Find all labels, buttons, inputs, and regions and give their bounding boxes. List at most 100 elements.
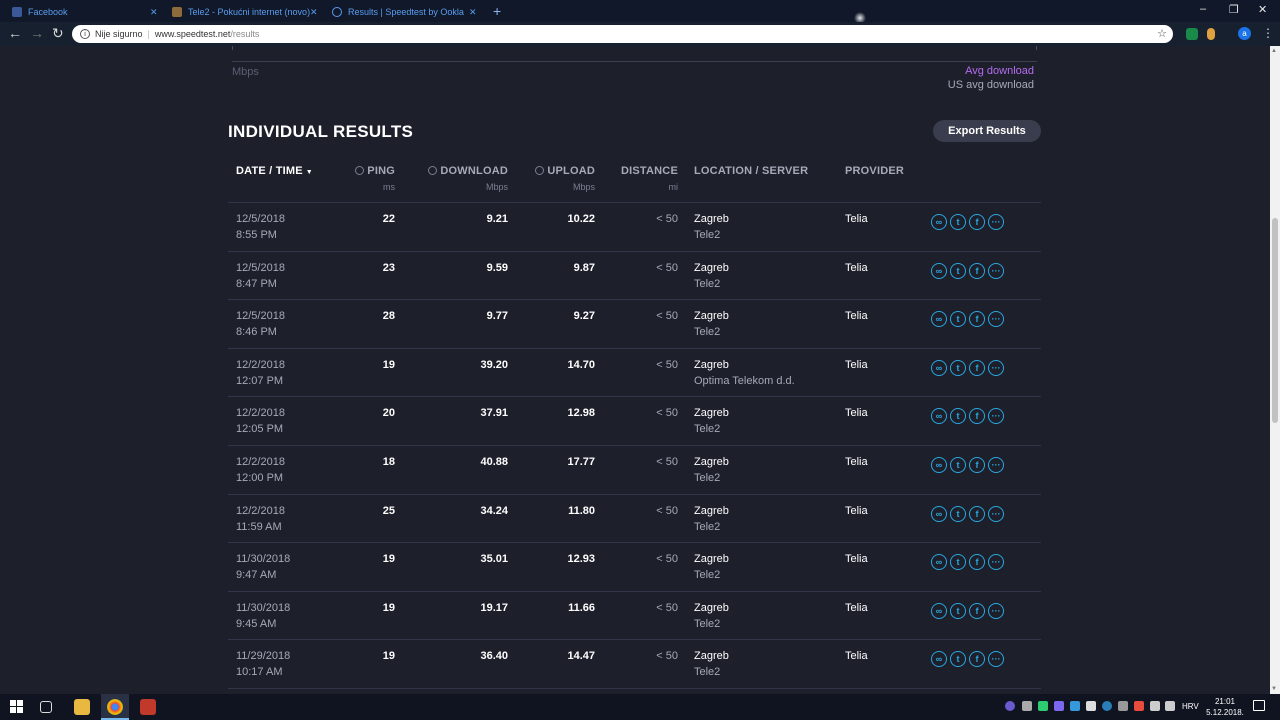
facebook-icon[interactable]: f [969, 554, 985, 571]
viber-tray-icon[interactable] [1005, 701, 1015, 711]
facebook-icon[interactable]: f [969, 408, 985, 425]
table-row[interactable]: 12/5/2018 8:47 PM 23 9.59 9.87 < 50 Zagre… [228, 252, 1041, 301]
tray-device-icon[interactable] [1086, 701, 1096, 711]
table-row[interactable]: 12/5/2018 8:55 PM 22 9.21 10.22 < 50 Zagr… [228, 203, 1041, 252]
minimize-button[interactable]: – [1200, 3, 1206, 15]
more-icon[interactable]: ··· [988, 359, 1004, 376]
link-icon[interactable]: ∞ [931, 214, 947, 230]
tray-app-icon[interactable] [1102, 701, 1112, 711]
header-date-time[interactable]: DATE / TIME ▼ [236, 165, 313, 177]
facebook-icon[interactable]: f [969, 602, 985, 619]
table-row[interactable]: 11/29/2018 10:17 AM 19 36.40 14.47 < 50 Z… [228, 640, 1041, 689]
page-scrollbar[interactable]: ▲ ▼ [1270, 46, 1280, 694]
header-location-server[interactable]: LOCATION / SERVER [694, 165, 808, 177]
bookmark-star-icon[interactable]: ☆ [1157, 27, 1167, 40]
forward-arrow-icon[interactable]: → [30, 25, 44, 41]
back-arrow-icon[interactable]: ← [8, 25, 22, 41]
facebook-icon[interactable]: f [969, 651, 985, 668]
more-icon[interactable]: ··· [988, 505, 1004, 522]
tab-close-icon[interactable]: ✕ [469, 2, 477, 22]
browser-menu-icon[interactable]: ⋮ [1262, 26, 1274, 40]
more-icon[interactable]: ··· [988, 408, 1004, 425]
link-icon[interactable]: ∞ [931, 311, 947, 328]
task-view-icon[interactable] [40, 701, 52, 713]
file-explorer-icon[interactable] [74, 699, 90, 715]
link-icon[interactable]: ∞ [931, 602, 947, 619]
popcorn-app-icon[interactable] [140, 699, 156, 715]
extension-shield-icon[interactable] [1186, 28, 1198, 40]
profile-avatar[interactable]: a [1238, 27, 1251, 40]
restore-button[interactable]: ❐ [1229, 3, 1239, 16]
chrome-icon[interactable] [107, 699, 123, 715]
export-results-button[interactable]: Export Results [933, 120, 1041, 142]
header-ping[interactable]: PING [355, 165, 395, 177]
tray-app-icon[interactable] [1054, 701, 1064, 711]
more-icon[interactable]: ··· [988, 262, 1004, 279]
table-row[interactable]: 11/30/2018 9:45 AM 19 19.17 11.66 < 50 Za… [228, 592, 1041, 641]
facebook-icon[interactable]: f [969, 505, 985, 522]
scroll-down-arrow-icon[interactable]: ▼ [1271, 686, 1277, 692]
link-icon[interactable]: ∞ [931, 456, 947, 473]
tray-shield-icon[interactable] [1038, 701, 1048, 711]
more-icon[interactable]: ··· [988, 456, 1004, 473]
tab-close-icon[interactable]: ✕ [150, 2, 158, 22]
table-row[interactable]: 12/2/2018 12:07 PM 19 39.20 14.70 < 50 Za… [228, 349, 1041, 398]
windows-start-icon[interactable] [10, 700, 23, 713]
language-indicator[interactable]: HRV [1182, 702, 1199, 711]
tray-app-icon[interactable] [1070, 701, 1080, 711]
close-window-button[interactable]: ✕ [1258, 3, 1267, 16]
facebook-icon[interactable]: f [969, 311, 985, 328]
twitter-icon[interactable]: t [950, 651, 966, 668]
scrollbar-thumb[interactable] [1272, 218, 1278, 423]
table-row[interactable]: 12/2/2018 12:00 PM 18 40.88 17.77 < 50 Za… [228, 446, 1041, 495]
link-icon[interactable]: ∞ [931, 408, 947, 425]
reload-icon[interactable]: ↻ [52, 25, 64, 42]
more-icon[interactable]: ··· [988, 214, 1004, 230]
twitter-icon[interactable]: t [950, 262, 966, 279]
twitter-icon[interactable]: t [950, 554, 966, 571]
link-icon[interactable]: ∞ [931, 554, 947, 571]
tab-speedtest-results[interactable]: Results | Speedtest by Ookla [332, 2, 464, 22]
volume-icon[interactable] [1165, 701, 1175, 711]
facebook-icon[interactable]: f [969, 214, 985, 230]
twitter-icon[interactable]: t [950, 408, 966, 425]
table-row[interactable]: 12/5/2018 8:46 PM 28 9.77 9.27 < 50 Zagre… [228, 300, 1041, 349]
scroll-up-arrow-icon[interactable]: ▲ [1271, 48, 1277, 54]
table-row[interactable]: 12/2/2018 12:05 PM 20 37.91 12.98 < 50 Za… [228, 397, 1041, 446]
tray-app-icon[interactable] [1134, 701, 1144, 711]
new-tab-button[interactable]: + [493, 3, 501, 19]
facebook-icon[interactable]: f [969, 262, 985, 279]
facebook-icon[interactable]: f [969, 456, 985, 473]
link-icon[interactable]: ∞ [931, 505, 947, 522]
link-icon[interactable]: ∞ [931, 359, 947, 376]
action-center-icon[interactable] [1253, 700, 1265, 711]
twitter-icon[interactable]: t [950, 311, 966, 328]
info-icon[interactable]: i [80, 29, 90, 39]
tray-app-icon[interactable] [1118, 701, 1128, 711]
more-icon[interactable]: ··· [988, 311, 1004, 328]
header-upload[interactable]: UPLOAD [535, 165, 595, 177]
header-provider[interactable]: PROVIDER [845, 165, 904, 177]
link-icon[interactable]: ∞ [931, 651, 947, 668]
more-icon[interactable]: ··· [988, 602, 1004, 619]
table-row[interactable]: 12/2/2018 11:59 AM 25 34.24 11.80 < 50 Za… [228, 495, 1041, 544]
link-icon[interactable]: ∞ [931, 262, 947, 279]
table-row[interactable]: 11/30/2018 9:47 AM 19 35.01 12.93 < 50 Za… [228, 543, 1041, 592]
address-bar[interactable]: i Nije sigurno | www.speedtest.net/resul… [72, 25, 1173, 43]
twitter-icon[interactable]: t [950, 505, 966, 522]
network-icon[interactable] [1150, 701, 1160, 711]
taskbar-clock[interactable]: 21:01 5.12.2018. [1205, 696, 1245, 718]
twitter-icon[interactable]: t [950, 214, 966, 230]
twitter-icon[interactable]: t [950, 359, 966, 376]
more-icon[interactable]: ··· [988, 554, 1004, 571]
tab-close-icon[interactable]: ✕ [310, 2, 318, 22]
header-download[interactable]: DOWNLOAD [428, 165, 508, 177]
tray-tool-icon[interactable] [1022, 701, 1032, 711]
more-icon[interactable]: ··· [988, 651, 1004, 668]
twitter-icon[interactable]: t [950, 602, 966, 619]
tab-tele2[interactable]: Tele2 - Pokućni internet (novo) [172, 2, 310, 22]
header-distance[interactable]: DISTANCE [621, 165, 678, 177]
extension-bottle-icon[interactable] [1207, 28, 1215, 40]
twitter-icon[interactable]: t [950, 456, 966, 473]
tab-facebook[interactable]: Facebook [12, 2, 68, 22]
